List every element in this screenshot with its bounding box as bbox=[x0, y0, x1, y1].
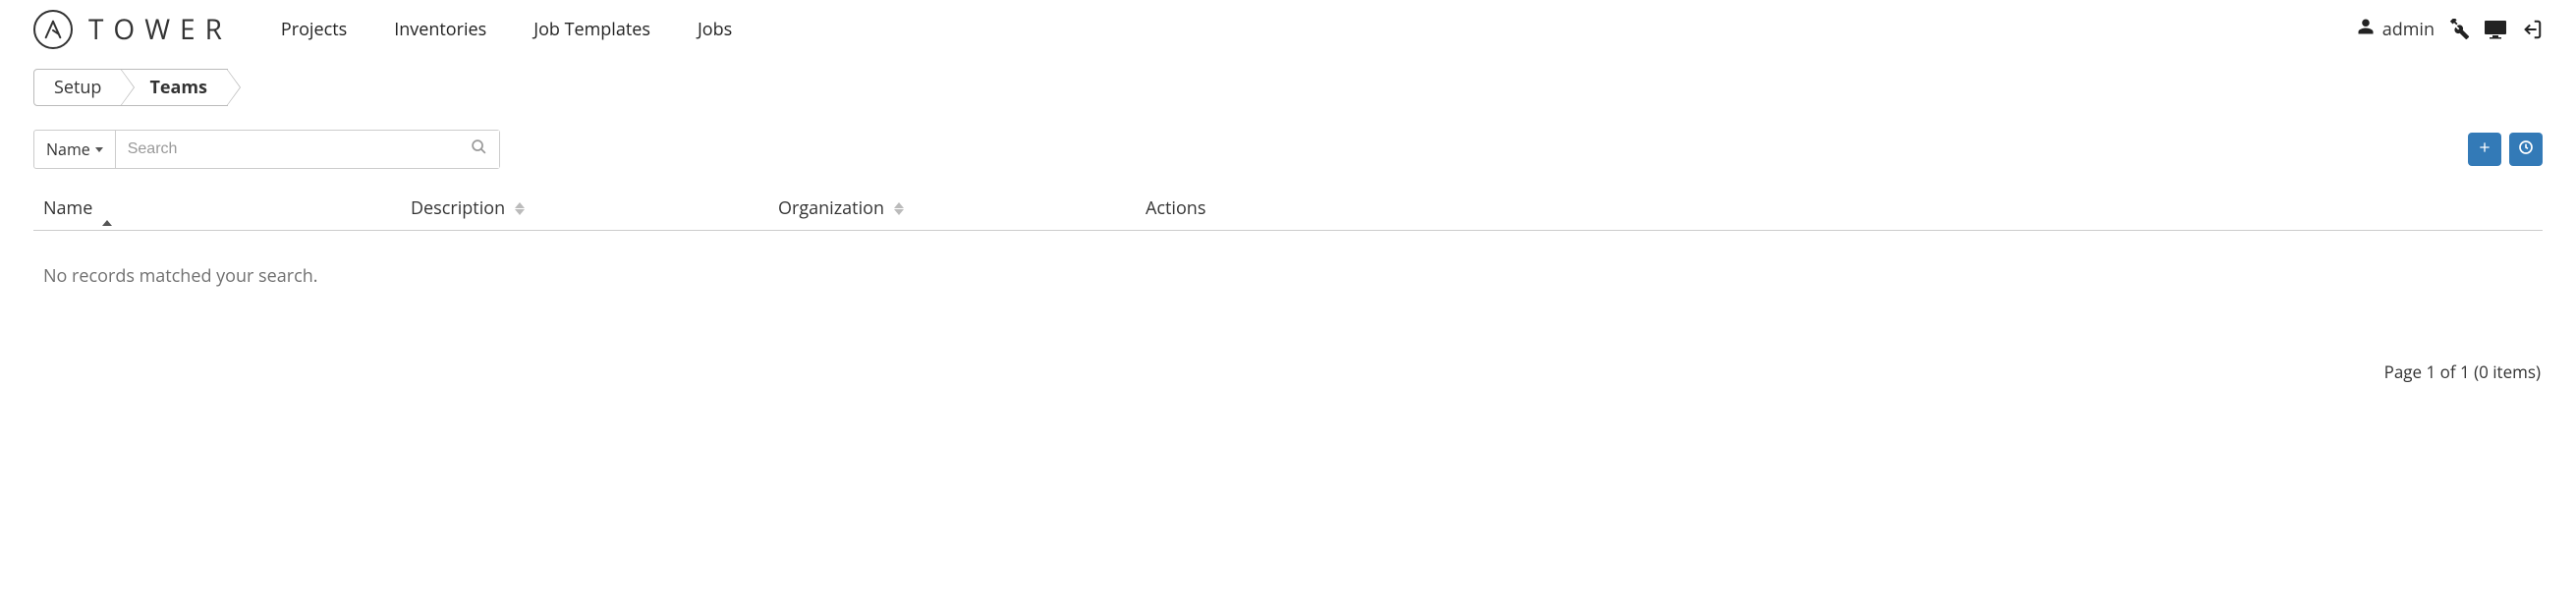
plus-icon bbox=[2477, 139, 2492, 160]
column-description-label: Description bbox=[411, 196, 505, 220]
column-organization[interactable]: Organization bbox=[778, 196, 1146, 220]
breadcrumb-teams[interactable]: Teams bbox=[122, 69, 228, 106]
breadcrumb-setup-label: Setup bbox=[54, 76, 101, 99]
table-header: Name Description Organization Actions bbox=[33, 196, 2543, 231]
portal-icon[interactable] bbox=[2484, 20, 2507, 39]
current-user[interactable]: admin bbox=[2357, 18, 2435, 41]
sort-asc-icon bbox=[102, 196, 112, 220]
brand[interactable]: TOWER bbox=[33, 10, 232, 49]
column-organization-label: Organization bbox=[778, 196, 884, 220]
activity-stream-button[interactable] bbox=[2509, 133, 2543, 166]
search-input[interactable] bbox=[116, 131, 499, 168]
logout-icon[interactable] bbox=[2521, 19, 2543, 40]
nav-job-templates[interactable]: Job Templates bbox=[533, 18, 650, 41]
add-button[interactable] bbox=[2468, 133, 2501, 166]
nav-projects[interactable]: Projects bbox=[281, 18, 347, 41]
pagination-info: Page 1 of 1 (0 items) bbox=[33, 360, 2543, 383]
user-icon bbox=[2357, 18, 2375, 41]
search-filter-dropdown[interactable]: Name bbox=[34, 131, 116, 168]
setup-icon[interactable] bbox=[2448, 19, 2470, 40]
column-description[interactable]: Description bbox=[411, 196, 778, 220]
sort-icon bbox=[894, 202, 904, 215]
brand-logo-icon bbox=[33, 10, 73, 49]
column-actions-label: Actions bbox=[1146, 196, 1205, 220]
brand-name: TOWER bbox=[88, 11, 232, 48]
search-icon[interactable] bbox=[471, 138, 487, 160]
nav-inventories[interactable]: Inventories bbox=[394, 18, 486, 41]
search-group: Name bbox=[33, 130, 500, 169]
column-actions: Actions bbox=[1146, 196, 2543, 220]
column-name[interactable]: Name bbox=[43, 196, 411, 220]
caret-down-icon bbox=[95, 147, 103, 152]
search-filter-label: Name bbox=[46, 138, 90, 160]
empty-message: No records matched your search. bbox=[33, 231, 2543, 321]
breadcrumb-setup[interactable]: Setup bbox=[33, 69, 122, 106]
sort-icon bbox=[515, 202, 525, 215]
user-name: admin bbox=[2382, 18, 2435, 41]
breadcrumb-teams-label: Teams bbox=[149, 76, 207, 99]
column-name-label: Name bbox=[43, 196, 92, 220]
clock-icon bbox=[2518, 139, 2534, 160]
nav-jobs[interactable]: Jobs bbox=[698, 18, 732, 41]
breadcrumb: Setup Teams bbox=[33, 69, 2543, 106]
